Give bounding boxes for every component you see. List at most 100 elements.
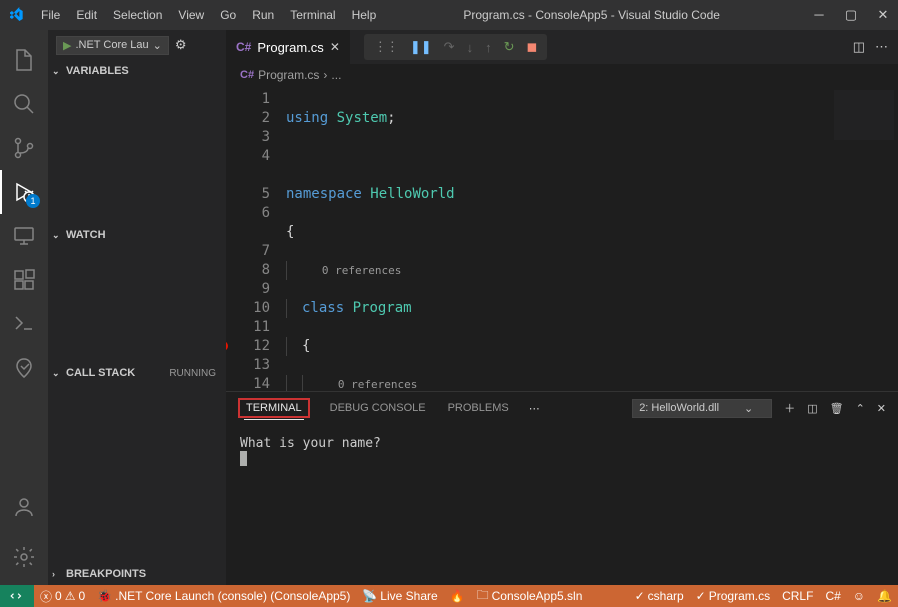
menu-selection[interactable]: Selection [106, 4, 169, 26]
breakpoints-label: BREAKPOINTS [66, 568, 146, 580]
accounts-icon[interactable] [0, 485, 48, 529]
code-content[interactable]: using System; namespace HelloWorld { 0 r… [286, 86, 814, 391]
restart-button[interactable]: ↻ [504, 39, 515, 55]
status-launch[interactable]: 🐞 .NET Core Launch (console) (ConsoleApp… [91, 585, 356, 607]
debug-badge: 1 [26, 194, 40, 208]
pause-button[interactable]: ❚❚ [410, 39, 432, 55]
tab-program-cs[interactable]: C# Program.cs ✕ [226, 30, 350, 64]
bottom-panel: TERMINAL DEBUG CONSOLE PROBLEMS ⋯ 2: Hel… [226, 391, 898, 585]
status-eol[interactable]: CRLF [776, 585, 819, 607]
source-control-icon[interactable] [0, 126, 48, 170]
split-terminal-icon[interactable]: ◫ [807, 402, 817, 415]
status-lang[interactable]: C# [819, 585, 846, 607]
remote-indicator[interactable] [0, 585, 34, 607]
terminal-body[interactable]: What is your name? [226, 424, 898, 585]
launch-settings-icon[interactable]: ⚙ [175, 37, 187, 53]
menu-terminal[interactable]: Terminal [283, 4, 342, 26]
menu-view[interactable]: View [171, 4, 211, 26]
breadcrumb-more[interactable]: ... [331, 68, 341, 82]
breadcrumb[interactable]: C# Program.cs › ... [226, 64, 898, 86]
status-errors[interactable]: ⓧ 0 ⚠ 0 [34, 585, 91, 607]
minimize-button[interactable]: ─ [812, 7, 826, 23]
csharp-file-icon: C# [240, 69, 254, 81]
launch-bar: ▶ .NET Core Lau ⌄ ⚙ [48, 30, 226, 60]
stop-button[interactable]: ◼ [526, 39, 537, 55]
watch-section[interactable]: ⌄WATCH [48, 224, 226, 246]
chevron-down-icon: ⌄ [52, 66, 66, 77]
callstack-status: RUNNING [169, 368, 222, 379]
kill-terminal-icon[interactable]: 🗑 [830, 402, 844, 415]
tab-label: Program.cs [257, 40, 323, 55]
extensions-icon[interactable] [0, 258, 48, 302]
status-program[interactable]: ✓ Program.cs [690, 585, 776, 607]
status-feedback-icon[interactable]: ☺ [847, 585, 871, 607]
menu-file[interactable]: File [34, 4, 67, 26]
main-layout: 1 ▶ .NET Core Lau ⌄ ⚙ ⌄VARIABLES ⌄WATCH … [0, 30, 898, 585]
maximize-button[interactable]: ▢ [844, 7, 858, 23]
code-editor[interactable]: 1 2 3 4 5 6 7 8 9 10 11 12 13 14 15 [226, 86, 814, 391]
search-icon[interactable] [0, 82, 48, 126]
chevron-down-icon: ⌄ [52, 368, 66, 379]
breakpoint-icon[interactable] [226, 341, 228, 351]
menu-run[interactable]: Run [245, 4, 281, 26]
close-panel-icon[interactable]: ✕ [877, 402, 886, 415]
menu-edit[interactable]: Edit [69, 4, 104, 26]
tab-problems[interactable]: PROBLEMS [446, 398, 511, 418]
tab-close-icon[interactable]: ✕ [330, 40, 340, 54]
liveshare-icon[interactable] [0, 346, 48, 390]
debug-sidebar: ▶ .NET Core Lau ⌄ ⚙ ⌄VARIABLES ⌄WATCH ⌄C… [48, 30, 226, 585]
explorer-icon[interactable] [0, 38, 48, 82]
tab-debug-console[interactable]: DEBUG CONSOLE [328, 398, 428, 418]
titlebar: File Edit Selection View Go Run Terminal… [0, 0, 898, 30]
breadcrumb-file[interactable]: Program.cs [258, 68, 319, 82]
drag-grip-icon[interactable]: ⋮⋮ [374, 39, 398, 55]
step-out-button[interactable]: ↑ [485, 40, 492, 55]
variables-section[interactable]: ⌄VARIABLES [48, 60, 226, 82]
new-terminal-icon[interactable]: ＋ [784, 400, 795, 416]
panel-more-icon[interactable]: ⋯ [529, 402, 540, 415]
remote-window-icon[interactable] [0, 302, 48, 346]
editor-actions: ◫ ⋯ [853, 39, 898, 55]
step-over-button[interactable]: ↷ [444, 39, 455, 55]
csharp-file-icon: C# [236, 40, 251, 54]
breakpoints-section[interactable]: ›BREAKPOINTS [48, 563, 226, 585]
status-liveshare[interactable]: 📡 Live Share [356, 585, 443, 607]
status-sln[interactable]: 🗀 ConsoleApp5.sln [471, 585, 589, 607]
breadcrumb-sep: › [323, 68, 327, 82]
play-icon: ▶ [63, 39, 71, 52]
panel-tabs: TERMINAL DEBUG CONSOLE PROBLEMS ⋯ 2: Hel… [226, 392, 898, 424]
callstack-label: CALL STACK [66, 367, 135, 379]
terminal-output: What is your name? [240, 436, 884, 451]
statusbar: ⓧ 0 ⚠ 0 🐞 .NET Core Launch (console) (Co… [0, 585, 898, 607]
line-gutter[interactable]: 1 2 3 4 5 6 7 8 9 10 11 12 13 14 15 [226, 86, 286, 391]
callstack-section[interactable]: ⌄CALL STACK RUNNING [48, 362, 226, 384]
variables-label: VARIABLES [66, 65, 129, 77]
terminal-cursor [240, 451, 247, 466]
close-button[interactable]: ✕ [876, 7, 890, 23]
minimap[interactable] [814, 86, 898, 391]
window-controls: ─ ▢ ✕ [812, 7, 890, 23]
remote-explorer-icon[interactable] [0, 214, 48, 258]
step-into-button[interactable]: ↓ [467, 40, 474, 55]
status-bell-icon[interactable]: 🔔 [871, 585, 898, 607]
tab-terminal[interactable]: TERMINAL [238, 398, 310, 418]
debug-toolbar[interactable]: ⋮⋮ ❚❚ ↷ ↓ ↑ ↻ ◼ [364, 34, 547, 60]
tabbar: C# Program.cs ✕ ⋮⋮ ❚❚ ↷ ↓ ↑ ↻ ◼ ◫ ⋯ [226, 30, 898, 64]
vscode-icon [8, 7, 24, 23]
status-csharp[interactable]: ✓ csharp [629, 585, 690, 607]
split-editor-icon[interactable]: ◫ [853, 39, 865, 55]
run-debug-icon[interactable]: 1 [0, 170, 48, 214]
editor-wrap: 1 2 3 4 5 6 7 8 9 10 11 12 13 14 15 [226, 86, 898, 391]
menu-go[interactable]: Go [213, 4, 243, 26]
activitybar: 1 [0, 30, 48, 585]
more-actions-icon[interactable]: ⋯ [875, 39, 888, 55]
editor-area: C# Program.cs ✕ ⋮⋮ ❚❚ ↷ ↓ ↑ ↻ ◼ ◫ ⋯ C# P… [226, 30, 898, 585]
launch-config-select[interactable]: ▶ .NET Core Lau ⌄ [56, 36, 169, 55]
terminal-select[interactable]: 2: HelloWorld.dll ⌄ [632, 399, 772, 418]
menu-help[interactable]: Help [345, 4, 384, 26]
chevron-down-icon: ⌄ [52, 230, 66, 241]
status-flame[interactable]: 🔥 [444, 585, 471, 607]
menubar: File Edit Selection View Go Run Terminal… [34, 4, 383, 26]
maximize-panel-icon[interactable]: ⌃ [856, 402, 865, 415]
settings-icon[interactable] [0, 535, 48, 579]
